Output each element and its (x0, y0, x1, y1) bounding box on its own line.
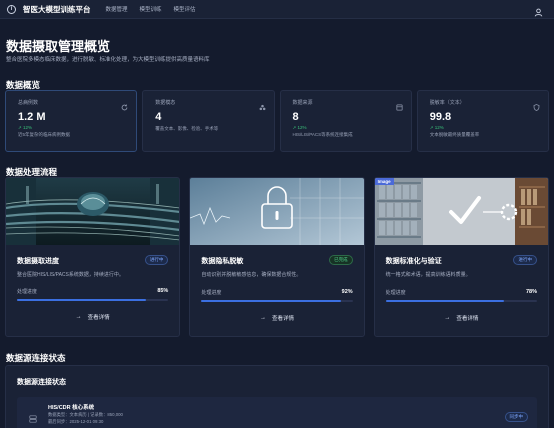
arrow-right-icon: → (259, 315, 266, 321)
view-details-label: 查看详情 (271, 316, 294, 322)
user-icon[interactable] (534, 4, 543, 22)
stat-label: 数据来源 (292, 100, 313, 106)
status-badge: 进行中 (144, 255, 169, 265)
progress-fill (385, 300, 504, 302)
stat-card-total-cases[interactable]: 总病例数 1.2 M ↗ 12% 近5年复杂的临床病例数据 (5, 90, 138, 152)
stat-note: 覆盖文本、影像、检验、手术等 (155, 126, 219, 131)
shield-icon (533, 98, 540, 116)
stats-row: 总病例数 1.2 M ↗ 12% 近5年复杂的临床病例数据 数据模态 4 覆盖文… (5, 90, 549, 152)
data-center-image (6, 178, 180, 245)
arrow-right-icon: → (75, 314, 82, 320)
stat-trend: ↗ 12% (292, 125, 307, 130)
progress-bar (201, 300, 353, 302)
privacy-lock-image (190, 178, 364, 245)
process-card-standardization[interactable]: 数据标准化与验证 进行中 统一格式和术语，提高训练语料质量。 处理进度 78% … (373, 177, 549, 337)
top-bar: i 智医大模型训练平台 数据管理 模型训练 模型评估 (0, 0, 554, 19)
stat-label: 总病例数 (18, 100, 39, 106)
process-card-ingestion[interactable]: 数据摄取进度 进行中 整合医院HIS/LIS/PACS系统数据，持续进行中。 处… (5, 177, 181, 337)
logo-icon: i (7, 4, 16, 14)
progress-fill (201, 300, 341, 302)
stat-trend: ↗ 12% (18, 125, 33, 130)
stat-label: 数据模态 (155, 100, 176, 106)
stat-value: 8 (292, 111, 299, 123)
source-item[interactable]: HIS/CDR 核心系统 数据类型：文本病历 | 记录数：850,000 最后同… (17, 397, 537, 428)
progress-value: 92% (341, 289, 353, 295)
view-details-button[interactable]: → 查看详情 (386, 314, 537, 322)
sources-panel: 数据源连接状态 HIS/CDR 核心系统 数据类型：文本病历 | 记录数：850… (5, 365, 549, 428)
status-badge: 已完成 (329, 255, 353, 265)
process-card-privacy[interactable]: 数据隐私脱敏 已完成 自动识别并脱敏敏感信息，确保数据合规性。 处理进度 92%… (189, 177, 365, 337)
app-title: 智医大模型训练平台 (23, 4, 91, 14)
stat-note: 近5年复杂的临床病例数据 (18, 132, 71, 137)
progress-label: 处理进度 (17, 289, 38, 295)
stat-card-desensitization-rate[interactable]: 脱敏率（文本） 99.8 ↗ 12% 文本脱敏最终质量覆盖率 (416, 90, 549, 152)
source-meta: 数据类型：文本病历 | 记录数：850,000 (48, 412, 123, 417)
nav-item-model-training[interactable]: 模型训练 (140, 5, 162, 13)
stat-trend: ↗ 12% (429, 125, 444, 130)
database-icon (396, 98, 403, 116)
view-details-button[interactable]: → 查看详情 (201, 314, 352, 322)
nav-item-model-evaluation[interactable]: 模型评估 (174, 5, 196, 13)
main-nav: 数据管理 模型训练 模型评估 (106, 5, 208, 13)
card-description: 整合医院HIS/LIS/PACS系统数据，持续进行中。 (17, 272, 124, 278)
stat-card-sources[interactable]: 数据来源 8 ↗ 12% HIS/LIS/PACS等系统连接集成 (279, 90, 412, 152)
status-badge: 同步中 (504, 412, 528, 422)
server-icon (29, 410, 37, 428)
status-badge: 进行中 (513, 255, 537, 265)
progress-label: 处理进度 (201, 290, 222, 296)
stat-card-modalities[interactable]: 数据模态 4 覆盖文本、影像、检验、手术等 (142, 90, 275, 152)
stat-label: 脱敏率（文本） (429, 100, 465, 106)
view-details-label: 查看详情 (87, 315, 110, 321)
card-description: 统一格式和术语，提高训练语料质量。 (385, 272, 471, 278)
source-last-sync: 最后同步：2025-12-01 09:30 (48, 419, 104, 424)
stat-note: HIS/LIS/PACS等系统连接集成 (292, 132, 353, 137)
arrow-right-icon: → (444, 315, 451, 321)
process-cards: 数据摄取进度 进行中 整合医院HIS/LIS/PACS系统数据，持续进行中。 处… (5, 177, 549, 337)
progress-label: 处理进度 (385, 290, 406, 296)
stat-value: 99.8 (429, 111, 452, 123)
progress-bar (385, 300, 537, 302)
stat-note: 文本脱敏最终质量覆盖率 (429, 132, 480, 137)
page-title: 数据摄取管理概览 (6, 39, 111, 54)
nav-item-data-management[interactable]: 数据管理 (106, 5, 128, 13)
stat-value: 1.2 M (18, 111, 46, 123)
sources-section-title: 数据源连接状态 (6, 353, 66, 363)
archive-shelves-image (374, 178, 548, 245)
layers-icon (259, 98, 266, 116)
card-description: 自动识别并脱敏敏感信息，确保数据合规性。 (201, 272, 302, 278)
view-details-label: 查看详情 (456, 316, 479, 322)
progress-value: 85% (157, 288, 169, 294)
progress-bar (17, 299, 169, 301)
view-details-button[interactable]: → 查看详情 (17, 313, 168, 321)
sources-panel-title: 数据源连接状态 (17, 379, 66, 386)
brand[interactable]: i 智医大模型训练平台 (7, 4, 91, 15)
progress-fill (17, 299, 146, 301)
refresh-icon (121, 98, 128, 116)
image-tag: Image (374, 178, 394, 185)
source-name: HIS/CDR 核心系统 (48, 405, 95, 411)
stat-value: 4 (155, 111, 162, 123)
page-subtitle: 整合医院多模态临床数据，进行脱敏、标准化处理，为大模型训练提供高质量语料库 (6, 57, 210, 63)
progress-value: 78% (525, 289, 537, 295)
